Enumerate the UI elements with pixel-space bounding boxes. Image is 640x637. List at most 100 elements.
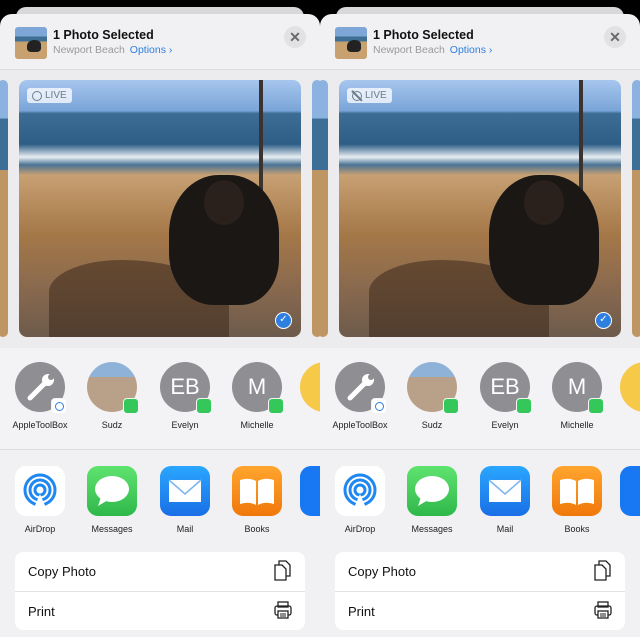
share-sheet-body: 1 Photo Selected Newport Beach Options › … bbox=[0, 14, 320, 637]
app-fa[interactable]: Fa bbox=[290, 466, 320, 534]
app-messages[interactable]: Messages bbox=[397, 466, 467, 534]
person-evelyn[interactable]: EB Evelyn bbox=[150, 362, 220, 431]
messages-badge-icon bbox=[588, 398, 604, 414]
person-name: Evelyn bbox=[491, 420, 519, 430]
share-subtitle: Newport Beach Options › bbox=[373, 44, 492, 56]
action-label: Copy Photo bbox=[348, 564, 416, 579]
avatar: M bbox=[552, 362, 604, 414]
app-books[interactable]: Books bbox=[222, 466, 292, 534]
person-appletoolbox[interactable]: AppleToolBox bbox=[5, 362, 75, 431]
app-messages[interactable]: Messages bbox=[77, 466, 147, 534]
share-sheet: 1 Photo Selected Newport Beach Options › … bbox=[320, 0, 640, 637]
person-name: AppleToolBox bbox=[12, 420, 68, 430]
share-title: 1 Photo Selected bbox=[53, 28, 154, 42]
facebook-icon bbox=[300, 466, 320, 516]
copy-icon bbox=[273, 559, 293, 584]
photo-dog-face bbox=[524, 180, 564, 225]
app-airdrop[interactable]: AirDrop bbox=[325, 466, 395, 534]
app-label: Books bbox=[564, 524, 590, 534]
person-name: Sudz bbox=[101, 420, 123, 430]
options-button[interactable]: Options › bbox=[130, 44, 173, 56]
app-label: Messages bbox=[91, 524, 133, 534]
facebook-icon bbox=[620, 466, 640, 516]
selected-photo[interactable]: LIVE ✓ bbox=[339, 80, 621, 337]
live-toggle[interactable]: LIVE bbox=[347, 88, 392, 103]
app-label: AirDrop bbox=[24, 524, 56, 534]
app-books[interactable]: Books bbox=[542, 466, 612, 534]
checkmark-icon[interactable]: ✓ bbox=[275, 312, 292, 329]
person-michelle[interactable]: M Michelle bbox=[542, 362, 612, 431]
app-label: Mail bbox=[176, 524, 194, 534]
airdrop-icon bbox=[335, 466, 385, 516]
previous-photo[interactable] bbox=[0, 80, 8, 337]
photo-dog-face bbox=[204, 180, 244, 225]
airdrop-icon bbox=[15, 466, 65, 516]
share-sheet: 1 Photo Selected Newport Beach Options › … bbox=[0, 0, 320, 637]
person-bu[interactable]: Bu bbox=[610, 362, 640, 431]
actions-list: Copy Photo Print bbox=[15, 552, 305, 630]
app-mail[interactable]: Mail bbox=[470, 466, 540, 534]
avatar: EB bbox=[160, 362, 212, 414]
photo-carousel[interactable]: LIVE ✓ bbox=[0, 70, 320, 348]
mail-icon bbox=[160, 466, 210, 516]
app-label: Fa bbox=[610, 524, 640, 534]
next-photo[interactable] bbox=[632, 80, 640, 337]
person-name: Bu bbox=[610, 420, 640, 431]
next-photo[interactable] bbox=[312, 80, 320, 337]
share-sheet-body: 1 Photo Selected Newport Beach Options › … bbox=[320, 14, 640, 637]
person-michelle[interactable]: M Michelle bbox=[222, 362, 292, 431]
app-label: AirDrop bbox=[344, 524, 376, 534]
app-label: Books bbox=[244, 524, 270, 534]
messages-icon bbox=[87, 466, 137, 516]
person-name: Michelle bbox=[240, 420, 274, 430]
close-button[interactable]: ✕ bbox=[604, 26, 626, 48]
previous-photo[interactable] bbox=[320, 80, 328, 337]
selected-photo[interactable]: LIVE ✓ bbox=[19, 80, 301, 337]
photo-thumbnail bbox=[15, 27, 47, 59]
avatar bbox=[407, 362, 459, 414]
live-icon bbox=[32, 90, 42, 101]
person-bu[interactable]: Bu bbox=[290, 362, 320, 431]
avatar-initials: EB bbox=[490, 374, 520, 399]
share-subtitle: Newport Beach Options › bbox=[53, 44, 172, 56]
close-button[interactable]: ✕ bbox=[284, 26, 306, 48]
live-label: LIVE bbox=[45, 90, 67, 101]
person-sudz[interactable]: Sudz bbox=[77, 362, 147, 431]
photo-carousel[interactable]: LIVE ✓ bbox=[320, 70, 640, 348]
person-evelyn[interactable]: EB Evelyn bbox=[470, 362, 540, 431]
photo-thumbnail bbox=[335, 27, 367, 59]
mail-icon bbox=[480, 466, 530, 516]
person-name: Bu bbox=[290, 420, 320, 431]
person-name: AppleToolBox bbox=[332, 420, 388, 430]
action-label: Print bbox=[28, 603, 55, 619]
options-button[interactable]: Options › bbox=[450, 44, 493, 56]
books-icon bbox=[552, 466, 602, 516]
messages-badge-icon bbox=[196, 398, 212, 414]
close-icon: ✕ bbox=[609, 29, 621, 45]
app-fa[interactable]: Fa bbox=[610, 466, 640, 534]
share-header: 1 Photo Selected Newport Beach Options › … bbox=[0, 14, 320, 70]
action-copy-photo[interactable]: Copy Photo bbox=[15, 552, 305, 591]
messages-badge-icon bbox=[268, 398, 284, 414]
airdrop-badge-icon bbox=[51, 398, 67, 414]
person-name: Evelyn bbox=[171, 420, 199, 430]
avatar bbox=[87, 362, 139, 414]
app-mail[interactable]: Mail bbox=[150, 466, 220, 534]
books-icon bbox=[232, 466, 282, 516]
person-sudz[interactable]: Sudz bbox=[397, 362, 467, 431]
printer-icon bbox=[273, 600, 293, 623]
action-print[interactable]: Print bbox=[335, 591, 625, 630]
airdrop-badge-icon bbox=[371, 398, 387, 414]
person-appletoolbox[interactable]: AppleToolBox bbox=[325, 362, 395, 431]
avatar-initials: EB bbox=[170, 374, 200, 399]
live-toggle[interactable]: LIVE bbox=[27, 88, 72, 103]
checkmark-icon[interactable]: ✓ bbox=[595, 312, 612, 329]
action-copy-photo[interactable]: Copy Photo bbox=[335, 552, 625, 591]
live-off-icon bbox=[352, 90, 362, 101]
messages-badge-icon bbox=[516, 398, 532, 414]
app-label: Fa bbox=[290, 524, 321, 534]
action-print[interactable]: Print bbox=[15, 591, 305, 630]
avatar: EB bbox=[480, 362, 532, 414]
avatar-initials: M bbox=[247, 374, 267, 399]
app-airdrop[interactable]: AirDrop bbox=[5, 466, 75, 534]
